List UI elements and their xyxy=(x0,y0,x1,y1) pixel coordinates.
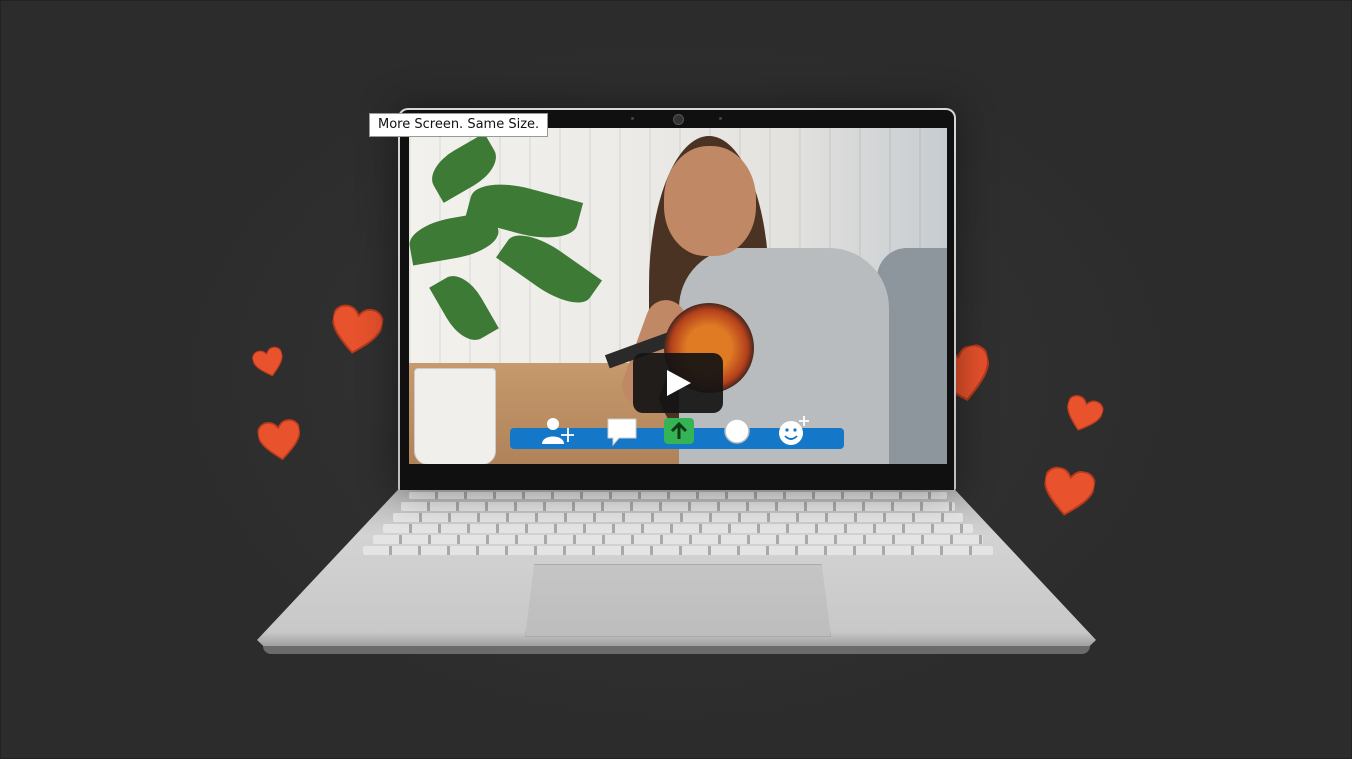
laptop-lid xyxy=(398,108,956,490)
add-emoji-icon[interactable] xyxy=(776,414,810,448)
video-toolbar xyxy=(510,416,844,449)
laptop-touchpad xyxy=(525,564,831,637)
plant-pot xyxy=(414,368,496,464)
add-user-icon[interactable] xyxy=(540,414,575,448)
sensor-dot xyxy=(631,117,634,120)
heart-icon xyxy=(1060,391,1106,438)
person-face xyxy=(664,146,756,256)
sensor-dot xyxy=(719,117,722,120)
video-screen[interactable] xyxy=(409,128,947,464)
screen-bezel xyxy=(400,110,954,490)
heart-icon xyxy=(250,343,288,384)
chat-icon[interactable] xyxy=(605,414,639,448)
heart-icon xyxy=(256,416,304,465)
webcam-icon xyxy=(673,114,684,125)
promo-stage: More Screen. Same Size. xyxy=(0,0,1352,759)
heart-icon xyxy=(1039,465,1097,521)
laptop-base-edge xyxy=(263,646,1090,654)
play-button[interactable] xyxy=(633,353,723,413)
heart-icon xyxy=(327,302,385,360)
upload-icon[interactable] xyxy=(662,414,696,448)
tagline-tooltip: More Screen. Same Size. xyxy=(369,113,549,137)
record-icon[interactable] xyxy=(720,414,754,448)
laptop-keyboard xyxy=(363,492,993,556)
